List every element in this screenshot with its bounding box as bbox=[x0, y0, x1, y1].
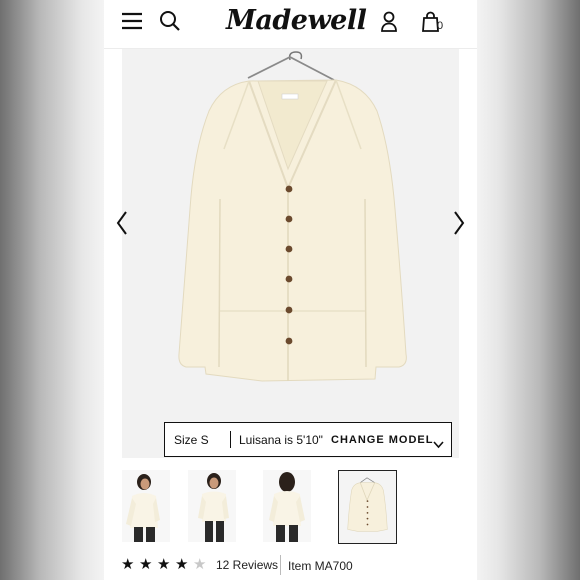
change-model-bar[interactable]: Size S Luisana is 5'10" CHANGE MODEL bbox=[164, 422, 452, 457]
star-empty-icon: ★ bbox=[193, 556, 207, 573]
menu-icon[interactable] bbox=[121, 11, 143, 31]
item-number: Item MA700 bbox=[288, 559, 353, 573]
star-filled-icon: ★ bbox=[175, 556, 189, 573]
star-filled-icon: ★ bbox=[139, 556, 153, 573]
thumbnail-model-front[interactable] bbox=[122, 470, 170, 542]
model-size-label: Size S bbox=[174, 433, 209, 447]
search-icon[interactable] bbox=[159, 10, 181, 32]
star-filled-icon: ★ bbox=[121, 556, 135, 573]
bag-count: 0 bbox=[437, 20, 444, 32]
chevron-down-icon[interactable] bbox=[433, 436, 444, 449]
change-model-button[interactable]: CHANGE MODEL bbox=[331, 434, 433, 446]
site-header: Madewell 0 bbox=[104, 0, 477, 49]
model-bar-divider bbox=[230, 431, 231, 448]
mobile-page: Madewell 0 Size S Luisana is 5'10" CHANG… bbox=[104, 0, 477, 580]
product-gallery[interactable]: Size S Luisana is 5'10" CHANGE MODEL bbox=[116, 49, 465, 458]
model-info-label: Luisana is 5'10" bbox=[239, 433, 323, 447]
star-rating[interactable]: ★ ★ ★ ★ ★ bbox=[121, 557, 211, 573]
next-image-arrow-icon[interactable] bbox=[451, 210, 467, 236]
account-icon[interactable] bbox=[380, 11, 398, 33]
brand-logo[interactable]: Madewell bbox=[226, 4, 367, 38]
star-filled-icon: ★ bbox=[157, 556, 171, 573]
product-image-cardigan bbox=[122, 49, 459, 458]
reviews-link[interactable]: 12 Reviews bbox=[216, 558, 278, 572]
thumbnail-model-back[interactable] bbox=[263, 470, 311, 542]
thumbnail-flat-lay-selected[interactable] bbox=[338, 470, 397, 544]
previous-image-arrow-icon[interactable] bbox=[114, 210, 130, 236]
meta-divider bbox=[280, 555, 281, 575]
thumbnail-model-front-alt[interactable] bbox=[188, 470, 236, 542]
